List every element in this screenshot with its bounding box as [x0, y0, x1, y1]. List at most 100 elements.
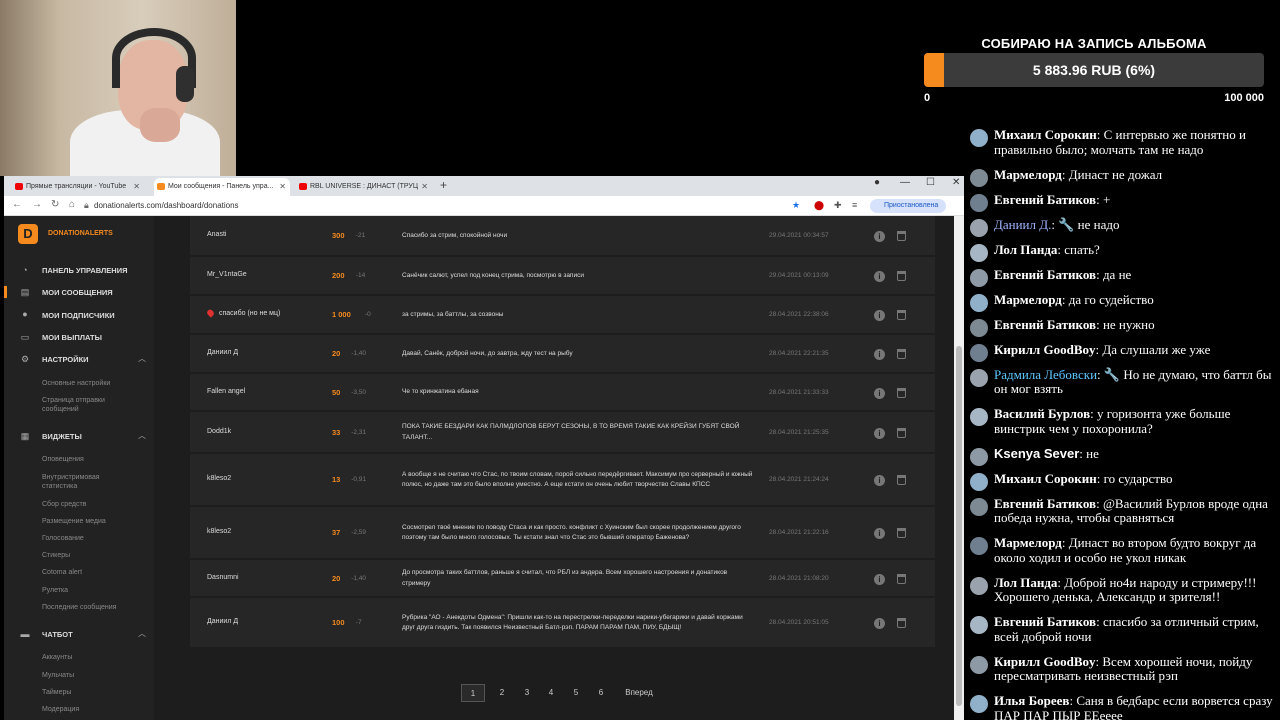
chevron-up-icon[interactable]: ︿ — [138, 353, 146, 364]
messages-icon: ▤ — [20, 287, 30, 297]
close-icon[interactable]: ✕ — [421, 178, 428, 196]
puzzle-icon[interactable]: ✚ — [834, 200, 842, 211]
chevron-up-icon[interactable]: ︿ — [138, 628, 146, 639]
sidebar-sub-widget[interactable]: Оповещения — [42, 455, 122, 464]
reload-icon[interactable]: ↻ — [51, 199, 59, 210]
donation-row: k8leso2 37 -2,59 Cосмотрел твоё мнение по п… — [190, 507, 935, 559]
trash-icon[interactable] — [897, 231, 906, 241]
sidebar-sub-widget[interactable]: Размещение медиа — [42, 517, 122, 526]
donation-message: До просмотра таких баттлов, раньше я счи… — [402, 569, 728, 587]
chat-message: Евгений Батиков: не нужно — [968, 317, 1280, 337]
chat-avatar — [970, 168, 988, 187]
info-icon[interactable]: i — [874, 573, 885, 585]
trash-icon[interactable] — [897, 475, 906, 485]
sidebar-sub-widget[interactable]: Сбор средств — [42, 500, 122, 509]
sidebar-item-messages[interactable]: МОИ СООБЩЕНИЯ — [42, 288, 113, 297]
info-icon[interactable]: i — [874, 349, 885, 360]
new-tab-button[interactable]: + — [440, 178, 447, 192]
youtube-icon — [15, 183, 23, 190]
url-input[interactable]: donationalerts.com/dashboard/donations — [94, 201, 239, 210]
chat-message: Лол Панда: спать? — [968, 242, 1280, 262]
sidebar-sub-widget[interactable]: Голосование — [42, 534, 122, 543]
donation-fee: -3,50 — [351, 388, 367, 396]
next-page-button[interactable]: Вперед — [616, 684, 662, 702]
page-button-4[interactable]: 4 — [541, 684, 561, 702]
donor-name: Dasnumni — [207, 574, 239, 581]
bookmark-star-icon[interactable]: ★ — [792, 200, 800, 211]
sidebar-item-widgets[interactable]: ВИДЖЕТЫ — [42, 432, 82, 441]
home-icon[interactable]: ⌂ — [69, 199, 75, 210]
heart-icon — [205, 308, 216, 318]
trash-icon[interactable] — [897, 271, 906, 281]
page-button-3[interactable]: 3 — [517, 684, 537, 702]
maximize-button[interactable]: ☐ — [926, 177, 935, 188]
donation-message: Че то кринжатина ебаная — [402, 388, 479, 396]
trash-icon[interactable] — [897, 427, 906, 438]
sidebar-sub-chatbot[interactable]: Аккаунты — [42, 653, 122, 662]
forward-icon[interactable]: → — [32, 199, 42, 210]
donor-name: k8leso2 — [207, 528, 231, 535]
sidebar-sub-chatbot[interactable]: Мульчаты — [42, 671, 122, 680]
chevron-up-icon[interactable]: ︿ — [138, 430, 146, 441]
donationalerts-logo-icon[interactable]: D — [18, 224, 38, 244]
sidebar-item-settings[interactable]: НАСТРОЙКИ — [42, 355, 89, 364]
donor-name: Mr_V1ntaGe — [207, 271, 247, 278]
trash-icon[interactable] — [897, 349, 906, 359]
chat-avatar — [970, 497, 988, 516]
info-icon[interactable]: i — [874, 387, 885, 399]
tab-youtube-streams[interactable]: Прямые трансляции - YouTube ✕ — [12, 178, 144, 196]
trash-icon[interactable] — [897, 573, 906, 584]
logo-text[interactable]: DONATIONALERTS — [48, 230, 113, 237]
info-icon[interactable]: i — [874, 310, 885, 321]
page-button-5[interactable]: 5 — [566, 684, 586, 702]
playlist-icon[interactable]: ≡ — [852, 200, 857, 210]
info-icon[interactable]: i — [874, 618, 885, 629]
sidebar-sub-send-page[interactable]: Страница отправки сообщений — [42, 396, 122, 414]
donation-row: спасибо (но не мц) 1 000 -0 за стримы, за б… — [190, 296, 935, 334]
dashboard-icon: ◔ — [22, 265, 28, 275]
chat-avatar — [970, 537, 988, 555]
info-icon[interactable]: i — [874, 427, 885, 439]
trash-icon[interactable] — [897, 618, 906, 628]
donation-date: 29.04.2021 00:13:09 — [769, 272, 829, 279]
sidebar-item-dashboard[interactable]: ПАНЕЛЬ УПРАВЛЕНИЯ — [42, 266, 127, 275]
close-window-button[interactable]: ✕ — [952, 177, 960, 188]
sidebar-sub-chatbot[interactable]: Таймеры — [42, 688, 122, 697]
chat-username: Ksenya Sever — [994, 445, 1080, 461]
sidebar-item-subscribers[interactable]: МОИ ПОДПИСЧИКИ — [42, 311, 115, 320]
sidebar-sub-widget[interactable]: Внутристримовая статистика — [42, 473, 122, 491]
profile-button[interactable]: Приостановлена — [870, 199, 946, 213]
record-icon[interactable]: ● — [874, 177, 880, 188]
info-icon[interactable]: i — [874, 528, 885, 539]
chat-message: Мармелорд: да го судейство — [968, 292, 1280, 312]
sidebar-sub-widget[interactable]: Cotoma alert — [42, 568, 122, 577]
trash-icon[interactable] — [897, 387, 906, 398]
trash-icon[interactable] — [897, 528, 906, 538]
minimize-button[interactable]: — — [900, 177, 910, 188]
info-icon[interactable]: i — [874, 271, 885, 282]
back-icon[interactable]: ← — [12, 199, 22, 210]
info-icon[interactable]: i — [874, 231, 885, 242]
sidebar-sub-widget[interactable]: Последние сообщения — [42, 603, 122, 612]
sidebar-sub-widget[interactable]: Рулетка — [42, 586, 122, 595]
sidebar-sub-widget[interactable]: Стикеры — [42, 551, 122, 560]
page-button-1[interactable]: 1 — [461, 684, 485, 702]
page-button-6[interactable]: 6 — [591, 684, 611, 702]
sidebar-sub-basic-settings[interactable]: Основные настройки — [42, 379, 122, 388]
trash-icon[interactable] — [897, 310, 906, 320]
donation-message: Давай, Санёк, доброй ночи, до завтра, жд… — [402, 349, 573, 357]
scrollbar-thumb[interactable] — [956, 346, 962, 706]
sidebar-item-payouts[interactable]: МОИ ВЫПЛАТЫ — [42, 333, 102, 342]
info-icon[interactable]: i — [874, 475, 885, 486]
sidebar-item-chatbot[interactable]: ЧАТБОТ — [42, 630, 73, 639]
tab-rbl-universe[interactable]: RBL UNIVERSE : ДИНАСТ (ТРУЦ ✕ — [296, 178, 432, 196]
page-button-2[interactable]: 2 — [492, 684, 512, 702]
close-icon[interactable]: ✕ — [133, 178, 140, 196]
tab-my-messages[interactable]: Мои сообщения - Панель упра... ✕ — [154, 178, 290, 196]
extension-icon[interactable]: ⬤ — [814, 200, 824, 211]
page-scrollbar[interactable] — [954, 216, 964, 720]
sidebar-sub-chatbot[interactable]: Модерация — [42, 705, 122, 714]
close-icon[interactable]: ✕ — [279, 178, 286, 196]
donation-row: Даниил Д 20 -1,40 Давай, Санёк, доброй ночи… — [190, 335, 935, 373]
donation-fee: -7 — [355, 619, 362, 626]
